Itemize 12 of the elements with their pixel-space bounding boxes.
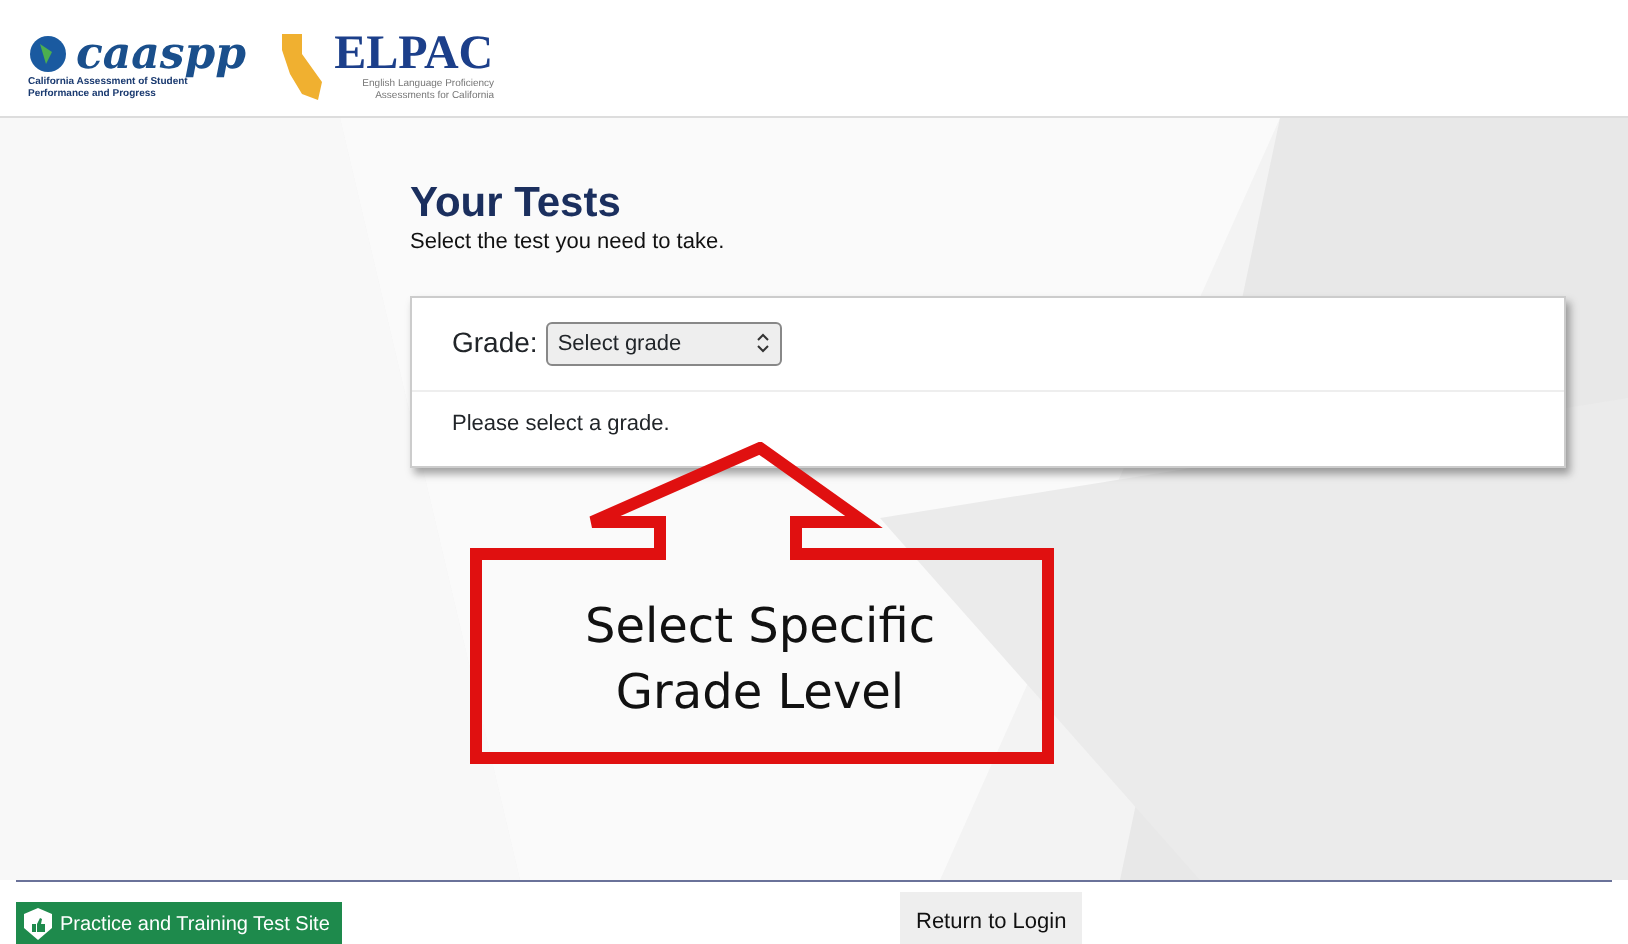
logo-wordmark: caaspp <box>76 32 247 76</box>
page-title: Your Tests <box>410 182 623 226</box>
grade-label: Grade: <box>452 324 538 363</box>
site-badge: Practice and Training Test Site <box>16 902 342 944</box>
grade-select[interactable]: Select grade <box>545 321 782 366</box>
logo-wordmark: ELPAC <box>334 30 495 78</box>
state-map-icon <box>278 34 327 102</box>
page-subtitle: Select the test you need to take. <box>410 228 727 258</box>
grade-message: Please select a grade. <box>450 410 672 440</box>
callout-text: Select Specific Grade Level <box>582 596 938 724</box>
return-to-login-button[interactable]: Return to Login <box>900 892 1083 944</box>
chevron-updown-icon <box>755 332 770 355</box>
